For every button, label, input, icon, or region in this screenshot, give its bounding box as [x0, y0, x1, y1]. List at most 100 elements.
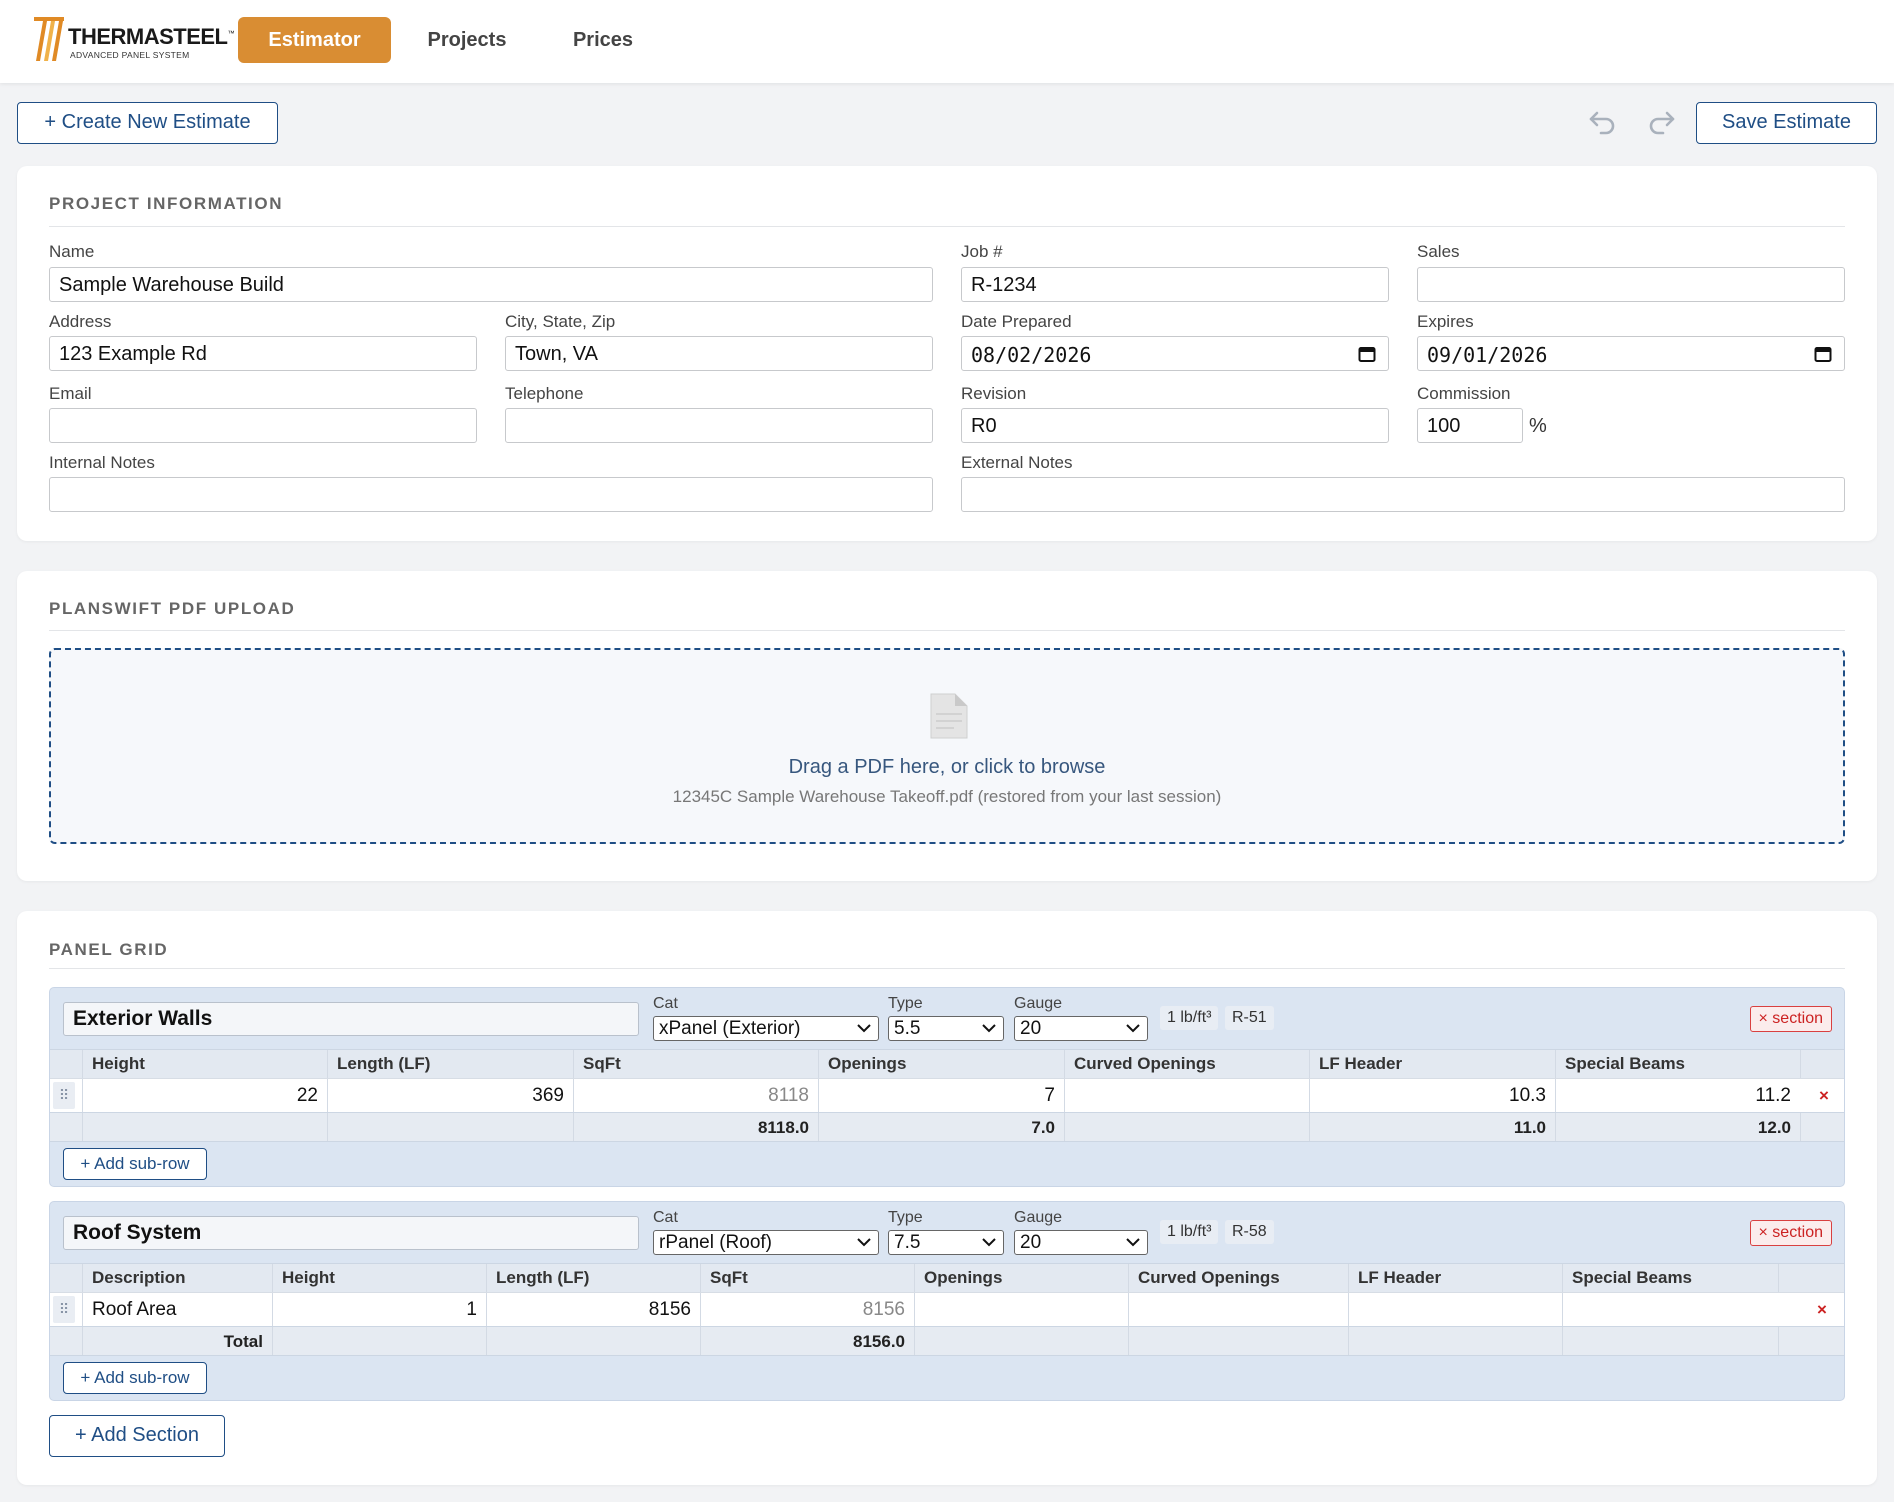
logo-mark-icon [34, 17, 64, 61]
pdf-dropzone[interactable]: Drag a PDF here, or click to browse 1234… [49, 648, 1845, 844]
city-state-zip-field[interactable]: Town, VA [505, 336, 933, 371]
lf-header-cell[interactable]: 10.3 [1309, 1079, 1555, 1112]
gauge-value: 20 [1020, 1018, 1042, 1039]
height-cell[interactable]: 1 [272, 1293, 486, 1326]
expires-value: 09/01/2026 [1427, 343, 1548, 367]
section-name-field[interactable]: Exterior Walls [63, 1002, 639, 1036]
add-sub-row-button[interactable]: + Add sub-row [63, 1148, 207, 1180]
column-header: Length (LF) [486, 1264, 700, 1292]
curved-openings-cell[interactable] [1128, 1293, 1348, 1326]
email-field[interactable] [49, 408, 477, 443]
sqft-cell: 8118 [573, 1079, 818, 1112]
special-beams-total: 12.0 [1555, 1113, 1800, 1141]
redo-icon[interactable] [1647, 107, 1677, 135]
add-sub-row-button[interactable]: + Add sub-row [63, 1362, 207, 1394]
address-field[interactable]: 123 Example Rd [49, 336, 477, 371]
column-header: SqFt [700, 1264, 914, 1292]
chevron-down-icon [1126, 1024, 1140, 1033]
height-cell[interactable]: 22 [82, 1079, 327, 1112]
column-header: Description [82, 1264, 272, 1292]
thermasteel-logo[interactable]: THERMASTEEL™ ADVANCED PANEL SYSTEM [34, 17, 234, 63]
internal-notes-field[interactable] [49, 477, 933, 512]
lf-header-total: 11.0 [1309, 1113, 1555, 1141]
cat-select[interactable]: xPanel (Exterior) [653, 1016, 879, 1041]
panel-section-roof-system: Roof System Cat rPanel (Roof) Type 7.5 G… [49, 1201, 1845, 1401]
divider [49, 226, 1845, 227]
cat-select[interactable]: rPanel (Roof) [653, 1230, 879, 1255]
type-select[interactable]: 7.5 [888, 1230, 1004, 1255]
special-beams-cell[interactable]: 11.2 [1555, 1079, 1800, 1112]
openings-cell[interactable] [914, 1293, 1128, 1326]
sqft-cell: 8156 [700, 1293, 914, 1326]
density-badge: 1 lb/ft³ [1160, 1006, 1219, 1030]
lf-header-cell[interactable] [1348, 1293, 1562, 1326]
drag-handle-icon[interactable]: ⠿ [53, 1296, 75, 1323]
r-value-badge: R-51 [1225, 1006, 1274, 1030]
delete-row-icon[interactable]: × [1806, 1079, 1842, 1112]
pdf-upload-card: PLANSWIFT PDF UPLOAD Drag a PDF here, or… [17, 571, 1877, 881]
tab-projects[interactable]: Projects [412, 17, 522, 63]
panel-grid-title: PANEL GRID [49, 940, 169, 959]
totals-row: Total 8156.0 [50, 1326, 1844, 1356]
telephone-field[interactable] [505, 408, 933, 443]
drag-handle-icon[interactable]: ⠿ [53, 1082, 75, 1109]
remove-section-button[interactable]: × section [1749, 1006, 1832, 1032]
dropzone-prompt: Drag a PDF here, or click to browse [788, 756, 1106, 778]
external-notes-field[interactable] [961, 477, 1845, 512]
job-number-field[interactable]: R-1234 [961, 267, 1389, 302]
gauge-select[interactable]: 20 [1014, 1230, 1148, 1255]
column-header: Openings [914, 1264, 1128, 1292]
expires-field[interactable]: 09/01/2026 [1417, 336, 1845, 371]
save-estimate-button[interactable]: Save Estimate [1696, 102, 1877, 144]
commission-label: Commission [1417, 384, 1511, 403]
column-header: Special Beams [1562, 1264, 1778, 1292]
project-information-title: PROJECT INFORMATION [49, 194, 284, 213]
commission-unit: % [1529, 415, 1547, 437]
tab-prices[interactable]: Prices [548, 17, 658, 63]
revision-field[interactable]: R0 [961, 408, 1389, 443]
calendar-icon[interactable] [1814, 345, 1832, 363]
chevron-down-icon [857, 1238, 871, 1247]
gauge-label: Gauge [1014, 995, 1063, 1012]
curved-openings-cell[interactable] [1064, 1079, 1309, 1112]
description-cell[interactable]: Roof Area [82, 1293, 272, 1326]
sales-field[interactable] [1417, 267, 1845, 302]
openings-total: 7.0 [818, 1113, 1064, 1141]
length-cell[interactable]: 8156 [486, 1293, 700, 1326]
restored-file-note: 12345C Sample Warehouse Takeoff.pdf (res… [672, 787, 1222, 806]
chevron-down-icon [982, 1024, 996, 1033]
column-header: Openings [818, 1050, 1064, 1078]
name-field[interactable]: Sample Warehouse Build [49, 267, 933, 302]
undo-icon[interactable] [1587, 107, 1617, 135]
revision-label: Revision [961, 384, 1027, 403]
gauge-select[interactable]: 20 [1014, 1016, 1148, 1041]
gauge-value: 20 [1020, 1232, 1042, 1253]
type-select[interactable]: 5.5 [888, 1016, 1004, 1041]
create-new-estimate-button[interactable]: + Create New Estimate [17, 102, 278, 144]
divider [49, 630, 1845, 631]
totals-row: 8118.0 7.0 11.0 12.0 [50, 1112, 1844, 1142]
column-header: Height [272, 1264, 486, 1292]
top-nav: THERMASTEEL™ ADVANCED PANEL SYSTEM Estim… [0, 0, 1894, 83]
chevron-down-icon [857, 1024, 871, 1033]
column-header: SqFt [573, 1050, 818, 1078]
commission-field[interactable]: 100 [1417, 408, 1523, 443]
add-section-button[interactable]: + Add Section [49, 1415, 225, 1457]
divider [49, 968, 1845, 969]
document-icon [930, 693, 968, 739]
name-label: Name [49, 242, 95, 261]
tab-estimator[interactable]: Estimator [238, 17, 391, 63]
special-beams-cell[interactable] [1562, 1293, 1778, 1326]
remove-section-button[interactable]: × section [1749, 1220, 1832, 1246]
city-state-zip-label: City, State, Zip [505, 312, 616, 331]
calendar-icon[interactable] [1358, 345, 1376, 363]
sqft-total: 8118.0 [573, 1113, 818, 1141]
delete-row-icon[interactable]: × [1804, 1293, 1840, 1326]
section-name-field[interactable]: Roof System [63, 1216, 639, 1250]
date-prepared-field[interactable]: 08/02/2026 [961, 336, 1389, 371]
openings-cell[interactable]: 7 [818, 1079, 1064, 1112]
column-header: Length (LF) [327, 1050, 573, 1078]
column-header: LF Header [1309, 1050, 1555, 1078]
email-label: Email [49, 384, 92, 403]
length-cell[interactable]: 369 [327, 1079, 573, 1112]
